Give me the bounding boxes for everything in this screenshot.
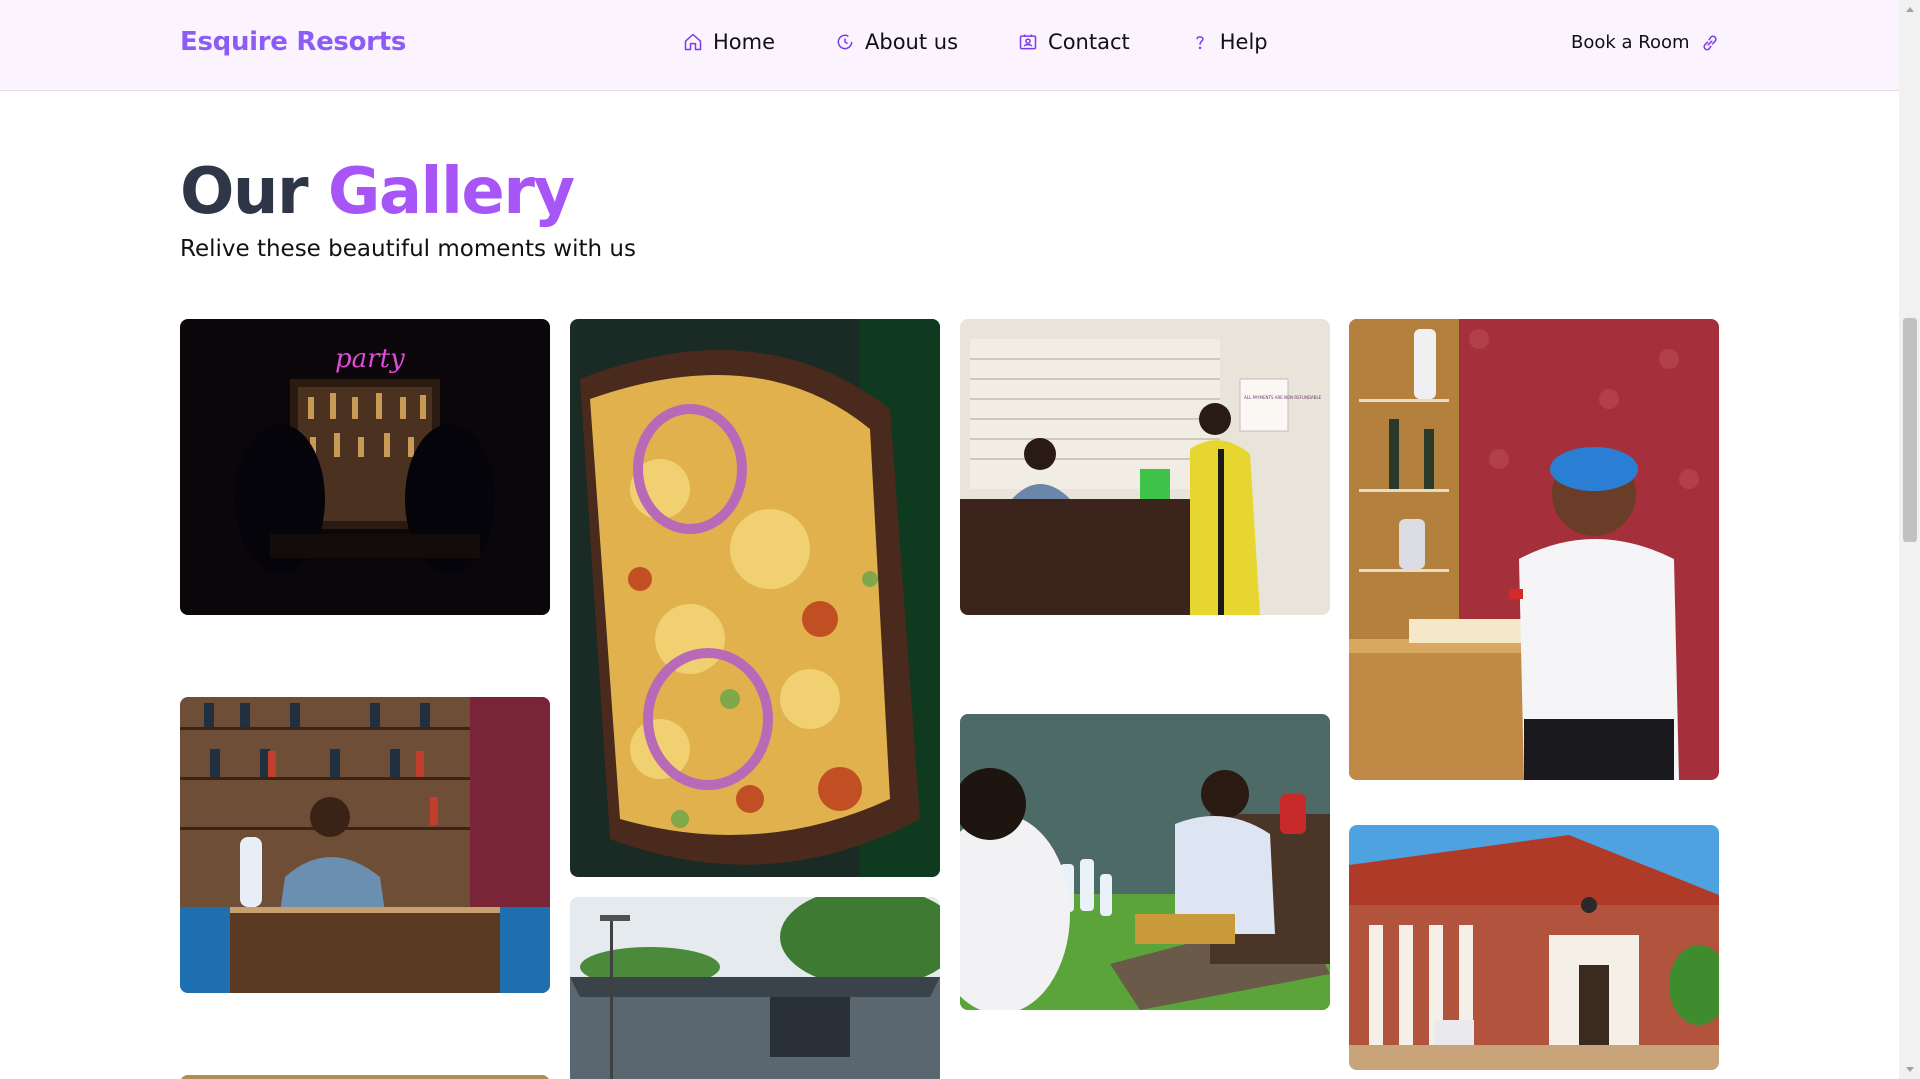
nav-contact-label: Contact bbox=[1048, 30, 1130, 54]
gallery-photo-outdoor-terrace[interactable] bbox=[570, 897, 940, 1079]
partial-photo bbox=[180, 1075, 550, 1079]
book-room-label: Book a Room bbox=[1571, 32, 1690, 53]
gallery-photo-dining[interactable] bbox=[960, 714, 1330, 1010]
question-icon bbox=[1196, 36, 1204, 50]
nav-help[interactable]: Help bbox=[1190, 30, 1268, 54]
bar-party-photo: party bbox=[180, 319, 550, 615]
gallery-photo-bartender[interactable] bbox=[180, 697, 550, 993]
gallery-photo-chef[interactable] bbox=[1349, 319, 1719, 780]
nav-home[interactable]: Home bbox=[683, 30, 775, 54]
building-photo bbox=[1349, 825, 1719, 1070]
gallery-photo-building[interactable] bbox=[1349, 825, 1719, 1070]
gallery-photo-bar-party[interactable]: party bbox=[180, 319, 550, 615]
gallery-photo-partial[interactable] bbox=[180, 1075, 550, 1079]
page-title: Our Gallery bbox=[180, 155, 575, 229]
outdoor-terrace-photo bbox=[570, 897, 940, 1079]
book-room-link[interactable]: Book a Room bbox=[1571, 32, 1720, 53]
top-navigation-bar: Esquire Resorts Home About us Contact He… bbox=[0, 0, 1899, 91]
dining-photo bbox=[960, 714, 1330, 1010]
page-subtitle: Relive these beautiful moments with us bbox=[180, 236, 636, 262]
reception-photo: ALL PAYMENTS ARE NON REFUNDABLE bbox=[960, 319, 1330, 615]
gallery-photo-reception[interactable]: ALL PAYMENTS ARE NON REFUNDABLE bbox=[960, 319, 1330, 615]
scroll-up-arrow-icon[interactable] bbox=[1904, 4, 1916, 14]
nav-home-label: Home bbox=[713, 30, 776, 54]
nav-contact[interactable]: Contact bbox=[1018, 30, 1130, 54]
title-word-gallery: Gallery bbox=[327, 155, 575, 229]
scrollbar-thumb[interactable] bbox=[1903, 318, 1917, 542]
nav-about-label: About us bbox=[865, 30, 959, 54]
home-icon bbox=[684, 33, 702, 51]
neon-party-sign: party bbox=[335, 344, 405, 374]
title-word-our: Our bbox=[180, 155, 309, 229]
clock-icon bbox=[837, 34, 853, 50]
nav-about[interactable]: About us bbox=[835, 30, 958, 54]
contact-card-icon bbox=[1019, 34, 1037, 50]
link-icon bbox=[1702, 35, 1717, 50]
brand-logo[interactable]: Esquire Resorts bbox=[180, 27, 406, 57]
jollof-rice-photo bbox=[570, 319, 940, 877]
chef-photo bbox=[1349, 319, 1719, 780]
bartender-photo bbox=[180, 697, 550, 993]
nav-help-label: Help bbox=[1219, 30, 1268, 54]
scroll-down-arrow-icon[interactable] bbox=[1904, 1065, 1916, 1075]
notice-sign-text: ALL PAYMENTS ARE NON REFUNDABLE bbox=[1244, 395, 1322, 400]
main-nav: Home About us Contact Help bbox=[683, 30, 1328, 54]
gallery-photo-jollof-rice[interactable] bbox=[570, 319, 940, 877]
